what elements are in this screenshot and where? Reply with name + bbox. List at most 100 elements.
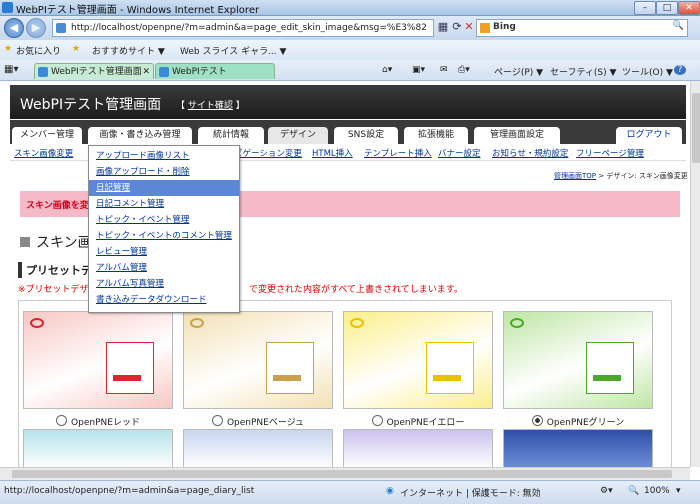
tab-admin[interactable]: WebPIテスト管理画面 ✕ xyxy=(34,63,154,79)
menu-members[interactable]: メンバー管理 xyxy=(12,127,82,144)
alert-text: スキン画像を変 xyxy=(26,201,89,211)
vertical-scrollbar[interactable] xyxy=(690,81,700,467)
page-content: WebPIテスト管理画面 【 サイト確認 】 メンバー管理 画像・書き込み管理 … xyxy=(0,81,690,467)
mail-icon[interactable]: ✉ xyxy=(440,65,448,75)
subnav-navigation[interactable]: ビゲーション変更 xyxy=(234,147,302,159)
page-menu[interactable]: ページ(P) ▼ xyxy=(494,65,543,78)
skin-option-yellow[interactable]: OpenPNEイエロー xyxy=(343,311,493,431)
status-bar: http://localhost/openpne/?m=admin&a=page… xyxy=(0,480,700,504)
zone-status: インターネット | 保護モード: 無効 xyxy=(400,489,541,499)
overwrite-warning: ※プリセットデザイ で変更された内容がすべて上書きされてしまいます。 xyxy=(18,285,463,295)
skin-option-row2[interactable] xyxy=(343,429,493,467)
heading-bullet-icon xyxy=(20,237,30,247)
close-button[interactable]: ✕ xyxy=(678,1,700,15)
dropdown-item[interactable]: アップロード画像リスト xyxy=(89,148,239,164)
menu-admin-settings[interactable]: 管理画面設定 xyxy=(474,127,560,144)
favorites-label[interactable]: お気に入り xyxy=(16,44,61,57)
window-title: WebPIテスト管理画面 - Windows Internet Explorer xyxy=(16,5,260,16)
maximize-button[interactable]: □ xyxy=(656,1,678,15)
subnav-html-insert[interactable]: HTML挿入 xyxy=(312,147,353,159)
fav-suggested-sites[interactable]: おすすめサイト ▼ xyxy=(92,44,165,57)
images-posts-dropdown: アップロード画像リスト 画像アップロード・削除 日記管理 日記コメント管理 トピ… xyxy=(88,145,240,313)
safety-menu[interactable]: セーフティ(S) ▼ xyxy=(550,65,616,78)
minimize-button[interactable]: – xyxy=(634,1,656,15)
skin-thumbnail xyxy=(343,311,493,409)
back-button[interactable]: ◀ xyxy=(4,18,24,38)
dropdown-item[interactable]: アルバム写真管理 xyxy=(89,276,239,292)
skin-radio[interactable] xyxy=(531,415,543,426)
tools-menu[interactable]: ツール(O) ▼ xyxy=(622,65,673,78)
search-input[interactable]: Bing 🔍 xyxy=(476,19,688,37)
skin-option-row2[interactable] xyxy=(183,429,333,467)
zoom-level[interactable]: 100% xyxy=(644,486,670,496)
skin-radio[interactable] xyxy=(371,415,383,426)
menu-sns-settings[interactable]: SNS設定 xyxy=(334,127,398,144)
skin-option-green[interactable]: OpenPNEグリーン xyxy=(503,311,653,431)
dropdown-item[interactable]: トピック・イベントのコメント管理 xyxy=(89,228,239,244)
skin-option-beige[interactable]: OpenPNEベージュ xyxy=(183,311,333,431)
url-input[interactable]: http://localhost/openpne/?m=admin&a=page… xyxy=(52,19,434,37)
subnav-notice-settings[interactable]: お知らせ・規約設定 xyxy=(492,147,568,159)
skin-option-row2[interactable] xyxy=(23,429,173,467)
admin-header: WebPIテスト管理画面 【 サイト確認 】 xyxy=(10,85,686,119)
subnav-skin-image[interactable]: スキン画像変更 xyxy=(14,147,73,159)
add-favorite-icon[interactable]: ★ xyxy=(72,44,80,54)
fav-web-slice-gallery[interactable]: Web スライス ギャラ... ▼ xyxy=(180,44,286,57)
stop-icon[interactable]: ✕ xyxy=(462,20,476,34)
dropdown-item[interactable]: 書き込みデータダウンロード xyxy=(89,292,239,308)
help-icon[interactable]: ? xyxy=(674,65,686,75)
menu-extensions[interactable]: 拡張機能 xyxy=(404,127,468,144)
preset-skin-grid: OpenPNEレッド OpenPNEベージュ OpenPNEイエロー OpenP… xyxy=(18,300,672,467)
breadcrumb: 管理画面TOP > デザイン: スキン画像変更 xyxy=(554,172,688,180)
skin-thumbnail xyxy=(503,311,653,409)
quick-tabs-icon[interactable]: ▦▾ xyxy=(4,64,18,75)
tab-favicon xyxy=(159,67,169,77)
page-icon xyxy=(56,23,66,33)
dropdown-item[interactable]: トピック・イベント管理 xyxy=(89,212,239,228)
skin-radio[interactable] xyxy=(56,415,68,426)
skin-option-row2[interactable] xyxy=(503,429,653,467)
dropdown-item[interactable]: アルバム管理 xyxy=(89,260,239,276)
print-icon[interactable]: ⎙▾ xyxy=(458,65,470,75)
breadcrumb-top-link[interactable]: 管理画面TOP xyxy=(554,172,596,180)
menu-statistics[interactable]: 統計情報 xyxy=(198,127,264,144)
subnav-banner-settings[interactable]: バナー設定 xyxy=(438,147,481,159)
favorites-bar: ★ お気に入り ★ おすすめサイト ▼ Web スライス ギャラ... ▼ xyxy=(0,40,700,61)
menu-images-posts[interactable]: 画像・書き込み管理 xyxy=(88,127,192,144)
tab-site[interactable]: WebPIテスト xyxy=(155,63,275,79)
site-confirm-link[interactable]: 【 サイト確認 】 xyxy=(176,98,245,111)
dropdown-item-diary[interactable]: 日記管理 xyxy=(89,180,239,196)
zoom-dropdown-icon[interactable]: ▾ xyxy=(676,486,681,496)
tab-favicon xyxy=(38,67,48,77)
feeds-icon[interactable]: ▣▾ xyxy=(412,65,425,75)
subnav-template-insert[interactable]: テンプレート挿入 xyxy=(364,147,432,159)
favorites-star-icon[interactable]: ★ xyxy=(4,44,12,54)
skin-thumbnail xyxy=(23,311,173,409)
status-url: http://localhost/openpne/?m=admin&a=page… xyxy=(4,486,255,496)
menu-design[interactable]: デザイン xyxy=(268,127,328,144)
dropdown-item[interactable]: レビュー管理 xyxy=(89,244,239,260)
main-menu: メンバー管理 画像・書き込み管理 統計情報 デザイン SNS設定 拡張機能 管理… xyxy=(10,120,686,144)
skin-radio[interactable] xyxy=(211,415,223,426)
address-bar: ◀ ▶ http://localhost/openpne/?m=admin&a=… xyxy=(0,16,700,40)
subsection-heading: プリセットデ xyxy=(18,262,92,278)
section-heading: スキン画 xyxy=(20,232,92,252)
skin-thumbnail xyxy=(183,311,333,409)
tab-close-icon[interactable]: ✕ xyxy=(142,64,150,80)
window-titlebar: WebPIテスト管理画面 - Windows Internet Explorer… xyxy=(0,0,700,16)
forward-button[interactable]: ▶ xyxy=(26,18,46,38)
zoom-icon[interactable]: 🔍 xyxy=(628,486,639,496)
globe-icon: ◉ xyxy=(386,486,394,496)
skin-option-red[interactable]: OpenPNEレッド xyxy=(23,311,173,431)
logout-button[interactable]: ログアウト xyxy=(616,127,682,144)
security-settings-icon[interactable]: ⚙▾ xyxy=(600,486,613,496)
home-icon[interactable]: ⌂▾ xyxy=(382,65,392,75)
ie-app-icon xyxy=(2,2,13,13)
dropdown-item[interactable]: 日記コメント管理 xyxy=(89,196,239,212)
tab-row: ▦▾ WebPIテスト管理画面 ✕ WebPIテスト ⌂▾ ▣▾ ✉ ⎙▾ ペー… xyxy=(0,60,700,81)
subnav-free-pages[interactable]: フリーページ管理 xyxy=(576,147,644,159)
horizontal-scrollbar[interactable] xyxy=(0,467,690,480)
search-icon[interactable]: 🔍 xyxy=(673,21,684,31)
dropdown-item[interactable]: 画像アップロード・削除 xyxy=(89,164,239,180)
compat-view-icon[interactable]: ▦ xyxy=(436,20,450,34)
